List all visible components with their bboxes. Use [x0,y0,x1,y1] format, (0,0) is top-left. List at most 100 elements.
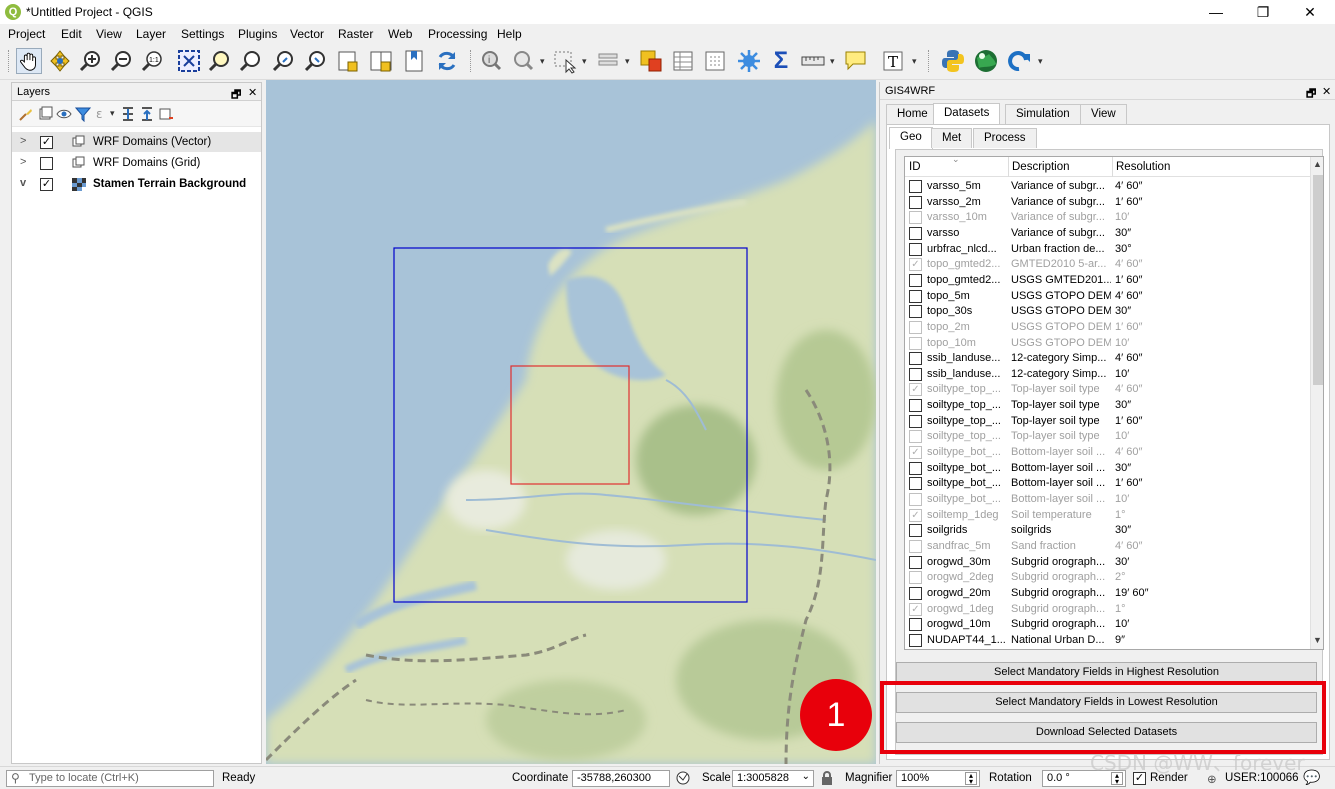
dataset-checkbox[interactable] [909,586,922,600]
select-highest-resolution-button[interactable]: Select Mandatory Fields in Highest Resol… [896,662,1317,683]
identify-features-icon[interactable]: i [478,48,504,74]
action-dropdown-arrow-icon[interactable]: ▾ [540,56,545,67]
messages-icon[interactable]: 💬 [1303,769,1320,786]
add-group-icon[interactable] [37,106,53,122]
dataset-row[interactable]: ✓ soiltype_bot_... Bottom-layer soil ... 4′… [905,445,1310,461]
gis4wrf-panel-close-button[interactable]: ✕ [1322,85,1331,98]
zoom-next-icon[interactable] [303,48,329,74]
dataset-checkbox[interactable] [909,524,922,538]
minimize-button[interactable]: — [1193,0,1239,24]
spatial-bookmarks-icon[interactable] [401,48,427,74]
dataset-row[interactable]: ssib_landuse... 12-category Simp... 4′ 60″ [905,351,1310,367]
dataset-checkbox[interactable] [909,273,922,287]
dataset-row[interactable]: topo_30s USGS GTOPO DEM 30″ [905,304,1310,320]
dataset-row[interactable]: ✓ soiltype_top_... Top-layer soil type 4′ 6… [905,382,1310,398]
zoom-to-selection-icon[interactable] [207,48,233,74]
layer-row-stamen-terrain[interactable]: v ✓ Stamen Terrain Background [12,174,261,194]
dataset-row[interactable]: ✓ soiltemp_1deg Soil temperature 1° [905,508,1310,524]
subtab-process[interactable]: Process [973,128,1037,148]
dataset-checkbox[interactable] [909,226,922,240]
expand-all-icon[interactable] [120,106,136,122]
dataset-row[interactable]: urbfrac_nlcd... Urban fraction de... 30° [905,242,1310,258]
attribute-table-icon[interactable] [670,48,696,74]
dataset-checkbox[interactable] [909,555,922,569]
layer-visibility-checkbox[interactable]: ✓ [40,136,53,149]
dataset-row[interactable]: topo_5m USGS GTOPO DEM 4′ 60″ [905,289,1310,305]
layer-row-wrf-domains-grid[interactable]: > WRF Domains (Grid) [12,153,261,173]
menu-view[interactable]: View [96,27,122,41]
new-bookmark-icon[interactable] [335,48,361,74]
run-feature-action-icon[interactable] [510,48,536,74]
zoom-in-icon[interactable] [78,48,104,74]
dataset-checkbox[interactable] [909,414,922,428]
filter-expression-icon[interactable]: ε [94,106,110,122]
dataset-row[interactable]: orogwd_20m Subgrid orograph... 19′ 60″ [905,586,1310,602]
dataset-row[interactable]: soiltype_top_... Top-layer soil type 10′ [905,429,1310,445]
expand-arrow-icon[interactable]: > [20,156,26,168]
magnifier-spinbox[interactable]: 100% ▴ ▾ [896,770,980,787]
menu-help[interactable]: Help [497,27,522,41]
column-header-resolution[interactable]: Resolution [1116,161,1170,173]
dataset-checkbox[interactable] [909,618,922,632]
menu-project[interactable]: Project [8,27,45,41]
dataset-row[interactable]: ✓ topo_gmted2... GMTED2010 5-ar... 4′ 60″ [905,257,1310,273]
menu-raster[interactable]: Raster [338,27,373,41]
expand-arrow-icon[interactable]: > [20,135,26,147]
tab-simulation[interactable]: Simulation [1005,104,1081,124]
dataset-row[interactable]: orogwd_30m Subgrid orograph... 30′ [905,555,1310,571]
zoom-out-icon[interactable] [109,48,135,74]
select-features-icon[interactable] [552,48,578,74]
select-dropdown-arrow-icon[interactable]: ▾ [582,56,587,67]
python-console-icon[interactable] [940,48,966,74]
dataset-checkbox[interactable] [909,477,922,491]
plugin-dropdown-arrow-icon[interactable]: ▾ [1038,56,1043,67]
layer-visibility-checkbox[interactable]: ✓ [40,178,53,191]
measure-line-icon[interactable] [800,48,826,74]
dataset-row[interactable]: NUDAPT44_1... National Urban D... 9″ [905,633,1310,649]
dataset-row[interactable]: varsso_10m Variance of subgr... 10′ [905,210,1310,226]
refresh-icon[interactable] [434,48,460,74]
menu-web[interactable]: Web [388,27,412,41]
select-value-dropdown-arrow-icon[interactable]: ▾ [625,56,630,67]
scroll-up-arrow-icon[interactable]: ▲ [1313,159,1322,169]
gis4wrf-panel-float-button[interactable]: 🗗 [1306,85,1316,104]
pan-to-selection-icon[interactable] [47,48,73,74]
show-bookmarks-icon[interactable] [368,48,394,74]
dataset-row[interactable]: sandfrac_5m Sand fraction 4′ 60″ [905,539,1310,555]
dataset-row[interactable]: topo_gmted2... USGS GMTED201... 1′ 60″ [905,273,1310,289]
statistical-summary-icon[interactable]: Σ [768,48,794,74]
collapse-arrow-icon[interactable]: v [20,177,26,189]
scale-dropdown[interactable]: 1:3005828 ⌄ [732,770,814,787]
dataset-row[interactable]: soilgrids soilgrids 30″ [905,523,1310,539]
menu-edit[interactable]: Edit [61,27,82,41]
dataset-checkbox[interactable] [909,399,922,413]
scrollbar-thumb[interactable] [1313,175,1323,385]
menu-plugins[interactable]: Plugins [238,27,277,41]
layer-styling-icon[interactable] [18,106,34,122]
collapse-all-icon[interactable] [139,106,155,122]
dataset-checkbox[interactable] [909,289,922,303]
dataset-checkbox[interactable] [909,242,922,256]
coordinate-extents-toggle-icon[interactable] [675,770,691,786]
map-tips-icon[interactable] [843,48,869,74]
remove-layer-icon[interactable] [158,106,174,122]
close-button[interactable]: ✕ [1287,0,1333,24]
field-calculator-icon[interactable] [702,48,728,74]
annotation-dropdown-arrow-icon[interactable]: ▾ [912,56,917,67]
dataset-row[interactable]: soiltype_bot_... Bottom-layer soil ... 10′ [905,492,1310,508]
menu-processing[interactable]: Processing [428,27,487,41]
table-vertical-scrollbar[interactable]: ▲ ▼ [1310,157,1323,649]
filter-legend-icon[interactable] [75,106,91,122]
zoom-last-icon[interactable] [271,48,297,74]
dataset-checkbox[interactable] [909,305,922,319]
dataset-row[interactable]: topo_2m USGS GTOPO DEM 1′ 60″ [905,320,1310,336]
dataset-checkbox[interactable] [909,352,922,366]
dataset-checkbox[interactable] [909,180,922,193]
dataset-row[interactable]: varsso_5m Variance of subgr... 4′ 60″ [905,179,1310,195]
menu-layer[interactable]: Layer [136,27,166,41]
dataset-row[interactable]: ssib_landuse... 12-category Simp... 10′ [905,367,1310,383]
layer-row-wrf-domains-vector[interactable]: > ✓ WRF Domains (Vector) [12,132,261,152]
select-by-value-icon[interactable] [595,48,621,74]
dataset-row[interactable]: varsso_2m Variance of subgr... 1′ 60″ [905,195,1310,211]
layer-visibility-checkbox[interactable] [40,157,53,170]
